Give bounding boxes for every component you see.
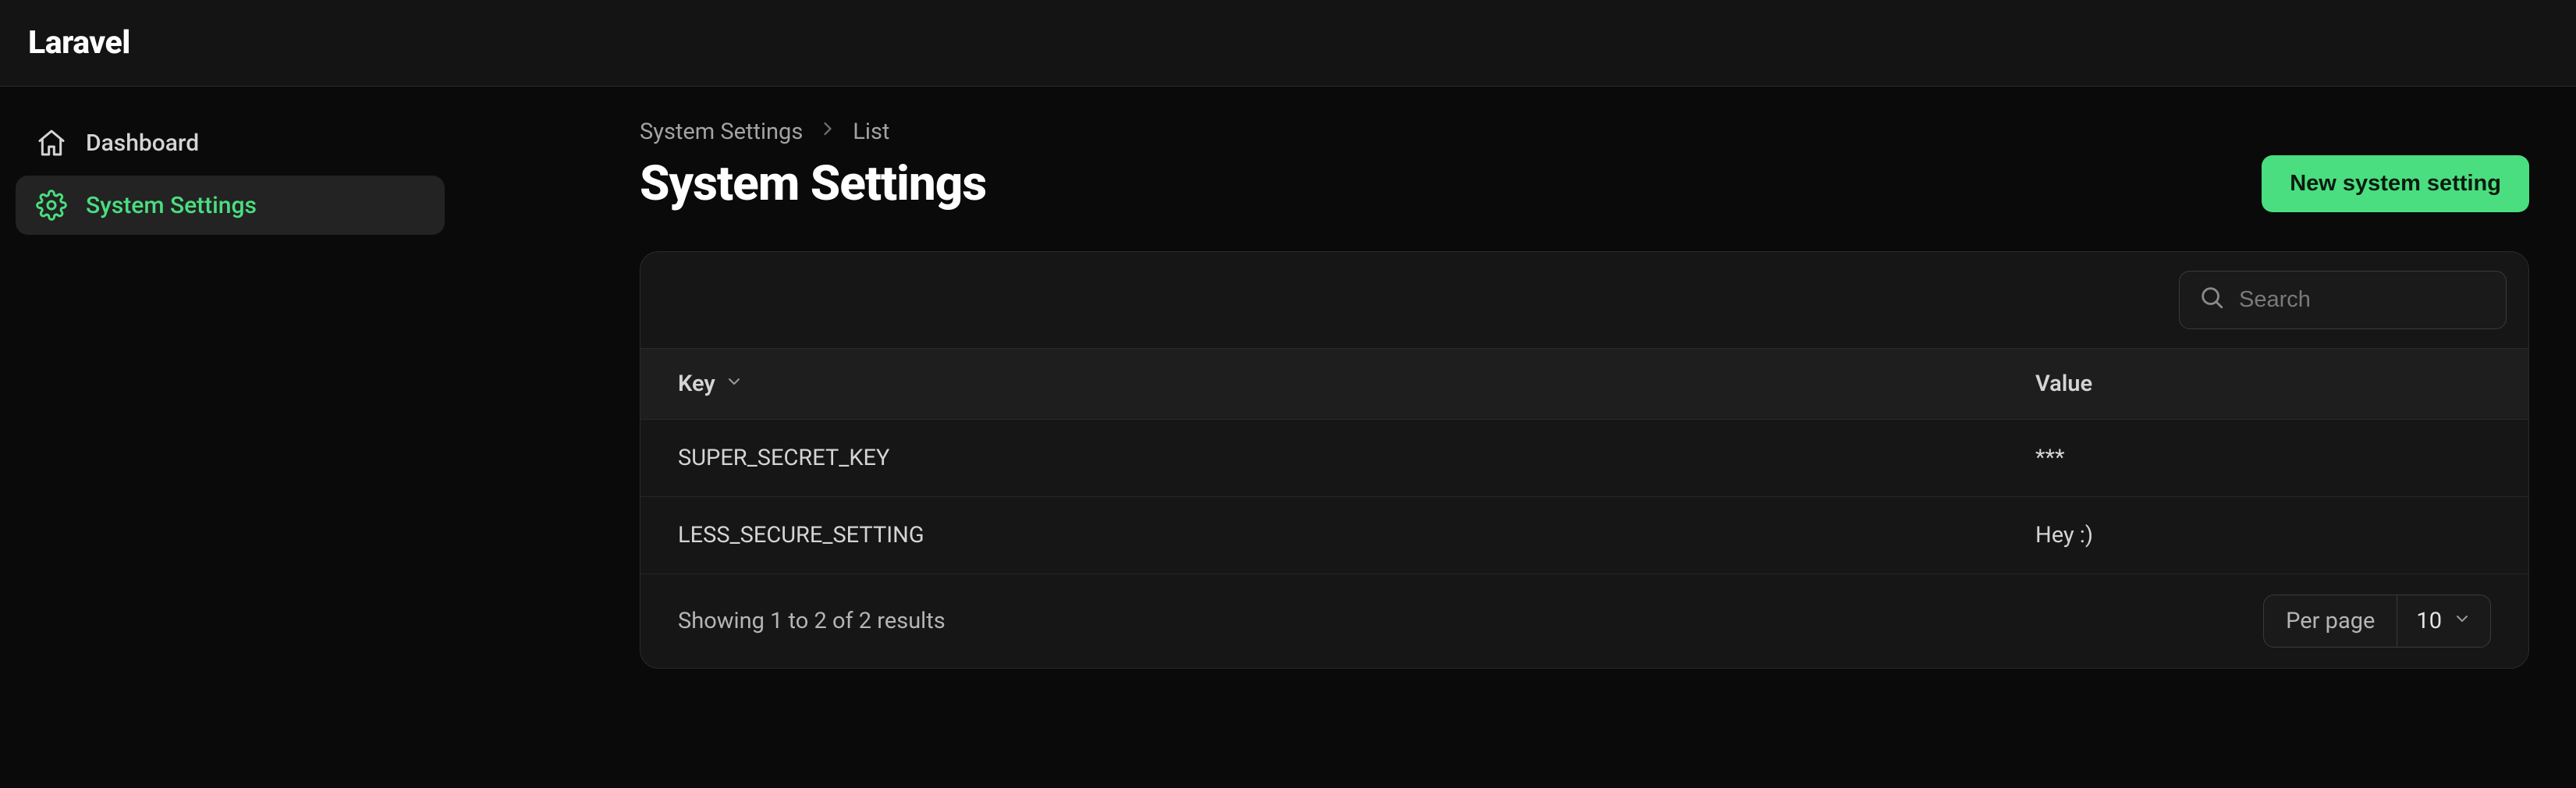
chevron-down-icon: [2453, 608, 2471, 634]
table-header: Key Value: [640, 348, 2528, 420]
column-label: Value: [2035, 371, 2092, 397]
sidebar-item-label: Dashboard: [86, 130, 199, 157]
table-row[interactable]: SUPER_SECRET_KEY ***: [640, 420, 2528, 497]
sidebar-item-dashboard[interactable]: Dashboard: [16, 113, 445, 172]
topbar: Laravel: [0, 0, 2576, 87]
search-field[interactable]: [2179, 271, 2507, 329]
per-page-control: Per page 10: [2263, 595, 2491, 648]
sidebar-item-system-settings[interactable]: System Settings: [16, 176, 445, 235]
sidebar-item-label: System Settings: [86, 192, 257, 219]
column-header-key[interactable]: Key: [640, 349, 1998, 419]
cell-value: ***: [1998, 420, 2528, 496]
page-title: System Settings: [640, 155, 986, 212]
per-page-label: Per page: [2264, 595, 2397, 647]
settings-table: Key Value SUPER_SECRET_KEY *** LESS_SECU…: [640, 348, 2528, 574]
search-input[interactable]: [2239, 287, 2529, 313]
cell-key: LESS_SECURE_SETTING: [640, 497, 1998, 573]
chevron-right-icon: [817, 118, 839, 146]
main-content: System Settings List System Settings New…: [460, 87, 2576, 788]
per-page-value: 10: [2416, 608, 2442, 634]
search-icon: [2198, 284, 2225, 316]
brand-title: Laravel: [28, 24, 130, 62]
column-label: Key: [678, 371, 715, 397]
breadcrumb: System Settings List: [640, 118, 2529, 146]
chevron-down-icon: [725, 371, 743, 397]
home-icon: [36, 127, 67, 158]
cell-key: SUPER_SECRET_KEY: [640, 420, 1998, 496]
results-count: Showing 1 to 2 of 2 results: [678, 608, 946, 634]
sidebar: Dashboard System Settings: [0, 87, 460, 788]
new-system-setting-button[interactable]: New system setting: [2262, 155, 2529, 212]
settings-card: Key Value SUPER_SECRET_KEY *** LESS_SECU…: [640, 251, 2529, 669]
column-header-value[interactable]: Value: [1998, 349, 2528, 419]
cell-value: Hey :): [1998, 497, 2528, 573]
table-row[interactable]: LESS_SECURE_SETTING Hey :): [640, 497, 2528, 574]
gear-icon: [36, 190, 67, 221]
per-page-select[interactable]: 10: [2397, 595, 2490, 647]
table-footer: Showing 1 to 2 of 2 results Per page 10: [640, 574, 2528, 668]
breadcrumb-item[interactable]: System Settings: [640, 119, 803, 145]
breadcrumb-item[interactable]: List: [853, 119, 889, 145]
